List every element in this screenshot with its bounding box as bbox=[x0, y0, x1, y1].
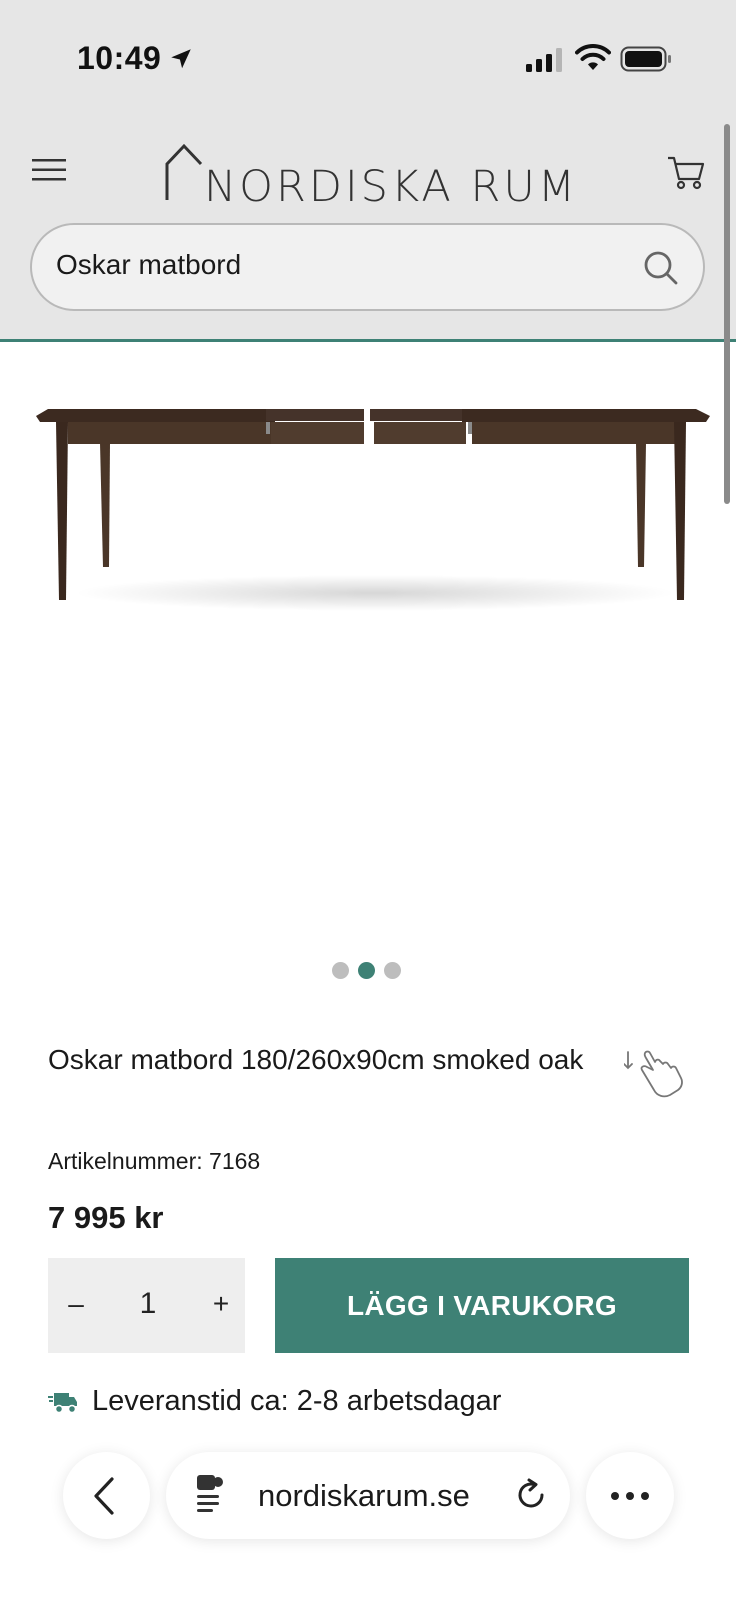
product-sku: Artikelnummer: 7168 bbox=[48, 1148, 261, 1174]
carousel-dot-1[interactable] bbox=[332, 962, 349, 979]
back-button[interactable] bbox=[63, 1452, 150, 1539]
page-scrollbar[interactable] bbox=[724, 124, 730, 504]
carousel-dots bbox=[332, 962, 412, 980]
search-bar[interactable] bbox=[30, 223, 705, 311]
quantity-value[interactable]: 1 bbox=[128, 1287, 168, 1321]
add-to-cart-button[interactable]: LÄGG I VARUKORG bbox=[275, 1258, 689, 1353]
house-logo-icon bbox=[165, 143, 203, 200]
search-input[interactable] bbox=[56, 249, 616, 281]
logo-text: NORDISKA RUM bbox=[204, 162, 578, 212]
carousel-dot-3[interactable] bbox=[384, 962, 401, 979]
product-image[interactable] bbox=[30, 395, 720, 625]
url-text[interactable]: nordiskarum.se bbox=[258, 1478, 470, 1514]
quantity-stepper: – 1 + bbox=[48, 1258, 245, 1353]
back-icon bbox=[94, 1477, 114, 1515]
address-bar[interactable]: nordiskarum.se bbox=[166, 1452, 570, 1539]
cart-icon[interactable] bbox=[666, 152, 706, 192]
product-title: Oskar matbord 180/260x90cm smoked oak bbox=[48, 1044, 584, 1075]
site-logo[interactable]: NORDISKA RUM bbox=[164, 142, 575, 212]
product-price: 7 995 kr bbox=[48, 1200, 164, 1235]
carousel-dot-2[interactable] bbox=[358, 962, 375, 979]
page-menu-icon[interactable] bbox=[194, 1473, 228, 1517]
quantity-decrease-button[interactable]: – bbox=[58, 1288, 94, 1324]
status-bar: 10:49 bbox=[0, 0, 736, 120]
signal-icon bbox=[526, 48, 562, 72]
quantity-increase-button[interactable]: + bbox=[203, 1288, 239, 1324]
status-time: 10:49 bbox=[77, 40, 162, 76]
hamburger-menu-icon[interactable] bbox=[32, 156, 66, 184]
reload-icon[interactable] bbox=[514, 1478, 548, 1512]
more-icon bbox=[611, 1492, 649, 1500]
wifi-icon bbox=[575, 44, 611, 70]
truck-icon bbox=[48, 1393, 77, 1414]
hand-gesture-icon bbox=[624, 1050, 683, 1098]
search-icon[interactable] bbox=[642, 249, 680, 287]
battery-icon bbox=[620, 46, 671, 72]
more-options-button[interactable] bbox=[586, 1452, 674, 1539]
location-arrow-icon bbox=[171, 49, 191, 69]
site-header: NORDISKA RUM bbox=[0, 130, 736, 212]
delivery-text: Leveranstid ca: 2-8 arbetsdagar bbox=[92, 1385, 502, 1417]
